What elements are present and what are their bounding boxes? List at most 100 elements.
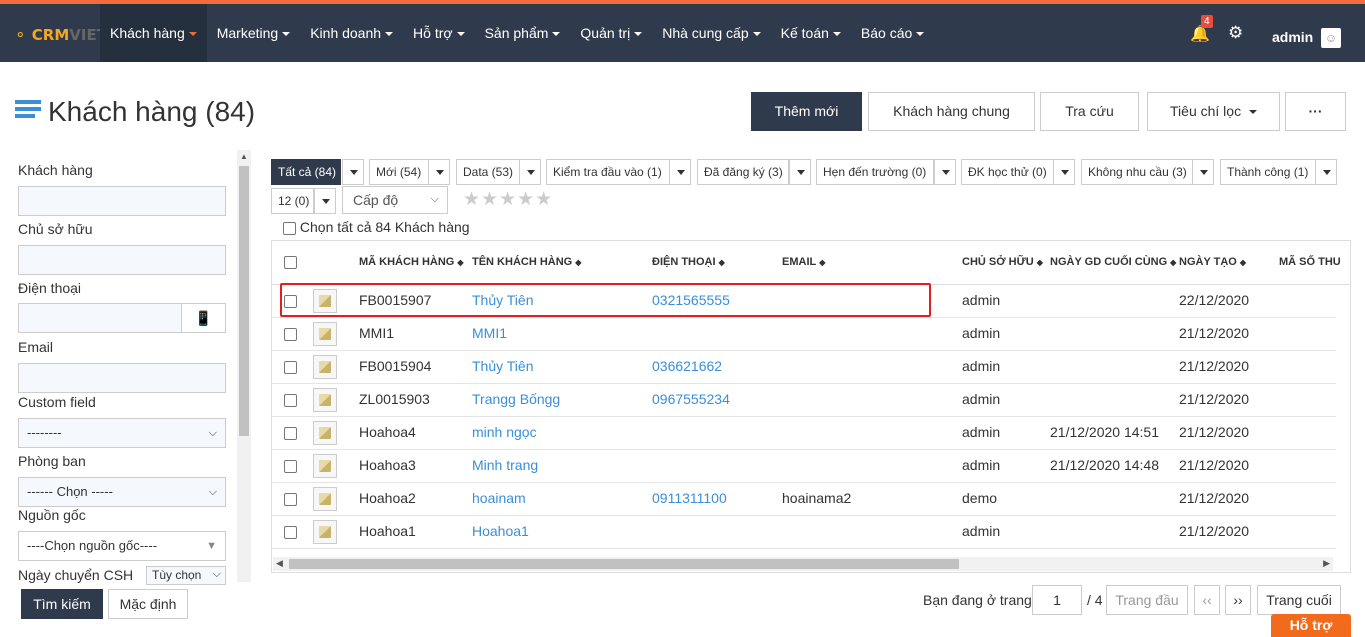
row-checkbox[interactable] (284, 460, 297, 473)
customer-name-link[interactable]: Minh trang (472, 457, 538, 473)
star-rating-filter[interactable]: ★★★★★ (463, 188, 553, 211)
page-number-input[interactable]: 1 (1032, 585, 1082, 615)
edit-note-icon[interactable] (313, 520, 337, 544)
filter-tab-appointment-dropdown[interactable] (934, 159, 956, 185)
owner-input[interactable] (18, 245, 226, 275)
table-row[interactable]: Hoahoa1 Hoahoa1 admin 21/12/2020 (272, 516, 1336, 549)
crmviet-logo[interactable]: ⚬ CRMVIET (14, 26, 107, 44)
department-select[interactable]: ------ Chọn ----- ⌵ (18, 477, 226, 507)
source-select[interactable]: ----Chọn nguồn gốc---- ▼ (18, 531, 226, 561)
last-page-button[interactable]: Trang cuối (1257, 585, 1341, 615)
customer-name-link[interactable]: Thủy Tiên (472, 358, 533, 374)
nav-nha-cung-cap[interactable]: Nhà cung cấp (652, 4, 770, 62)
customer-input[interactable] (18, 186, 226, 216)
filter-tab-registered[interactable]: Đã đăng ký (3) (697, 159, 789, 185)
col-owner[interactable]: CHỦ SỞ HỮU ◆ (962, 256, 1043, 268)
edit-note-icon[interactable] (313, 388, 337, 412)
filter-tab-success[interactable]: Thành công (1) (1220, 159, 1316, 185)
edit-note-icon[interactable] (313, 421, 337, 445)
prev-page-button[interactable]: ‹‹ (1194, 585, 1220, 615)
table-row[interactable]: Hoahoa2 hoainam 0911311100 hoainama2 demo 21/… (272, 483, 1336, 516)
table-row[interactable]: FB0015904 Thủy Tiên 036621662 admin 21/12/20… (272, 351, 1336, 384)
filter-tab-all-dropdown[interactable] (342, 159, 364, 185)
filter-criteria-button[interactable]: Tiêu chí lọc (1147, 92, 1280, 131)
filter-tab-no-need[interactable]: Không nhu cầu (3) (1081, 159, 1193, 185)
nav-ho-tro[interactable]: Hỗ trợ (403, 4, 475, 62)
phone-link[interactable]: 0911311100 (652, 490, 727, 506)
filter-tab-trial[interactable]: ĐK học thử (0) (961, 159, 1054, 185)
user-name[interactable]: admin (1272, 29, 1313, 45)
select-all-checkbox[interactable] (283, 221, 296, 235)
filter-tab-trial-dropdown[interactable] (1053, 159, 1075, 185)
nav-marketing[interactable]: Marketing (207, 4, 300, 62)
table-row[interactable]: Hoahoa4 minh ngọc admin 21/12/2020 14:51 21/… (272, 417, 1336, 450)
col-customer-code[interactable]: MÃ KHÁCH HÀNG ◆ (359, 256, 463, 268)
transfer-date-select[interactable]: Tùy chọn ⌵ (146, 566, 226, 585)
filter-tab-new[interactable]: Mới (54) (369, 159, 436, 185)
edit-note-icon[interactable] (313, 487, 337, 511)
col-customer-name[interactable]: TÊN KHÁCH HÀNG ◆ (472, 256, 581, 268)
table-row[interactable]: MMI1 MMI1 admin 21/12/2020 (272, 318, 1336, 351)
custom-field-select[interactable]: -------- ⌵ (18, 418, 226, 448)
col-tax-code[interactable]: MÃ SỐ THU (1279, 256, 1341, 268)
nav-ke-toan[interactable]: Kế toán (771, 4, 851, 62)
reset-default-button[interactable]: Mặc định (108, 589, 188, 619)
shared-customers-button[interactable]: Khách hàng chung (868, 92, 1035, 131)
filter-tab-new-dropdown[interactable] (428, 159, 450, 185)
filter-tab-data-dropdown[interactable] (519, 159, 541, 185)
edit-note-icon[interactable] (313, 322, 337, 346)
phone-link[interactable]: 0967555234 (652, 391, 730, 407)
filter-tab-no-need-dropdown[interactable] (1192, 159, 1214, 185)
help-button[interactable]: Hỗ trợ (1271, 614, 1351, 637)
nav-khach-hang[interactable]: Khách hàng (100, 4, 207, 62)
row-checkbox[interactable] (284, 328, 297, 341)
filter-tab-success-dropdown[interactable] (1315, 159, 1337, 185)
row-checkbox[interactable] (284, 361, 297, 374)
filter-tab-12[interactable]: 12 (0) (271, 188, 314, 214)
edit-note-icon[interactable] (313, 355, 337, 379)
sidebar-scrollbar[interactable]: ▲ (237, 150, 251, 582)
customer-name-link[interactable]: Trangg Bốngg (472, 391, 560, 407)
filter-tab-data[interactable]: Data (53) (456, 159, 523, 185)
col-email[interactable]: EMAIL ◆ (782, 256, 825, 268)
more-button[interactable]: ··· (1285, 92, 1346, 131)
nav-kinh-doanh[interactable]: Kinh doanh (300, 4, 403, 62)
filter-tab-appointment[interactable]: Hẹn đến trường (0) (816, 159, 934, 185)
filter-tab-input-check-dropdown[interactable] (669, 159, 691, 185)
add-new-button[interactable]: Thêm mới (751, 92, 862, 131)
nav-quan-tri[interactable]: Quản trị (570, 4, 652, 62)
table-row[interactable]: ZL0015903 Trangg Bốngg 0967555234 admin 21/1… (272, 384, 1336, 417)
row-checkbox[interactable] (284, 394, 297, 407)
table-row[interactable]: Hoahoa3 Minh trang admin 21/12/2020 14:48 21… (272, 450, 1336, 483)
filter-tab-all[interactable]: Tất cả (84) (271, 159, 341, 185)
edit-note-icon[interactable] (313, 454, 337, 478)
search-button[interactable]: Tìm kiếm (21, 589, 103, 619)
filter-tab-input-check[interactable]: Kiểm tra đầu vào (1) (546, 159, 670, 185)
col-phone[interactable]: ĐIỆN THOẠI ◆ (652, 256, 725, 268)
mobile-phone-icon[interactable]: 📱 (181, 303, 226, 333)
first-page-button[interactable]: Trang đầu (1106, 585, 1188, 615)
customer-name-link[interactable]: Hoahoa1 (472, 523, 529, 539)
level-select[interactable]: Cấp độ ⌵ (342, 186, 448, 214)
table-horizontal-scrollbar[interactable]: ◀ ▶ (273, 557, 1333, 571)
row-checkbox[interactable] (284, 493, 297, 506)
row-checkbox[interactable] (284, 427, 297, 440)
avatar[interactable]: ☺ (1321, 28, 1341, 48)
row-checkbox[interactable] (284, 526, 297, 539)
phone-link[interactable]: 036621662 (652, 358, 722, 374)
col-last-transaction[interactable]: NGÀY GD CUỐI CÙNG ◆ (1050, 256, 1176, 268)
customer-name-link[interactable]: minh ngọc (472, 424, 537, 440)
header-checkbox[interactable] (284, 256, 297, 269)
gear-icon[interactable]: ⚙ (1228, 23, 1243, 43)
customer-name-link[interactable]: hoainam (472, 490, 526, 506)
phone-input[interactable] (18, 303, 182, 333)
lookup-button[interactable]: Tra cứu (1040, 92, 1139, 131)
email-input[interactable] (18, 363, 226, 393)
nav-san-pham[interactable]: Sản phẩm (475, 4, 571, 62)
nav-bao-cao[interactable]: Báo cáo (851, 4, 934, 62)
col-created-date[interactable]: NGÀY TẠO ◆ (1179, 256, 1246, 268)
next-page-button[interactable]: ›› (1225, 585, 1251, 615)
customer-name-link[interactable]: MMI1 (472, 325, 507, 341)
filter-tab-12-dropdown[interactable] (314, 188, 336, 214)
filter-tab-registered-dropdown[interactable] (789, 159, 811, 185)
